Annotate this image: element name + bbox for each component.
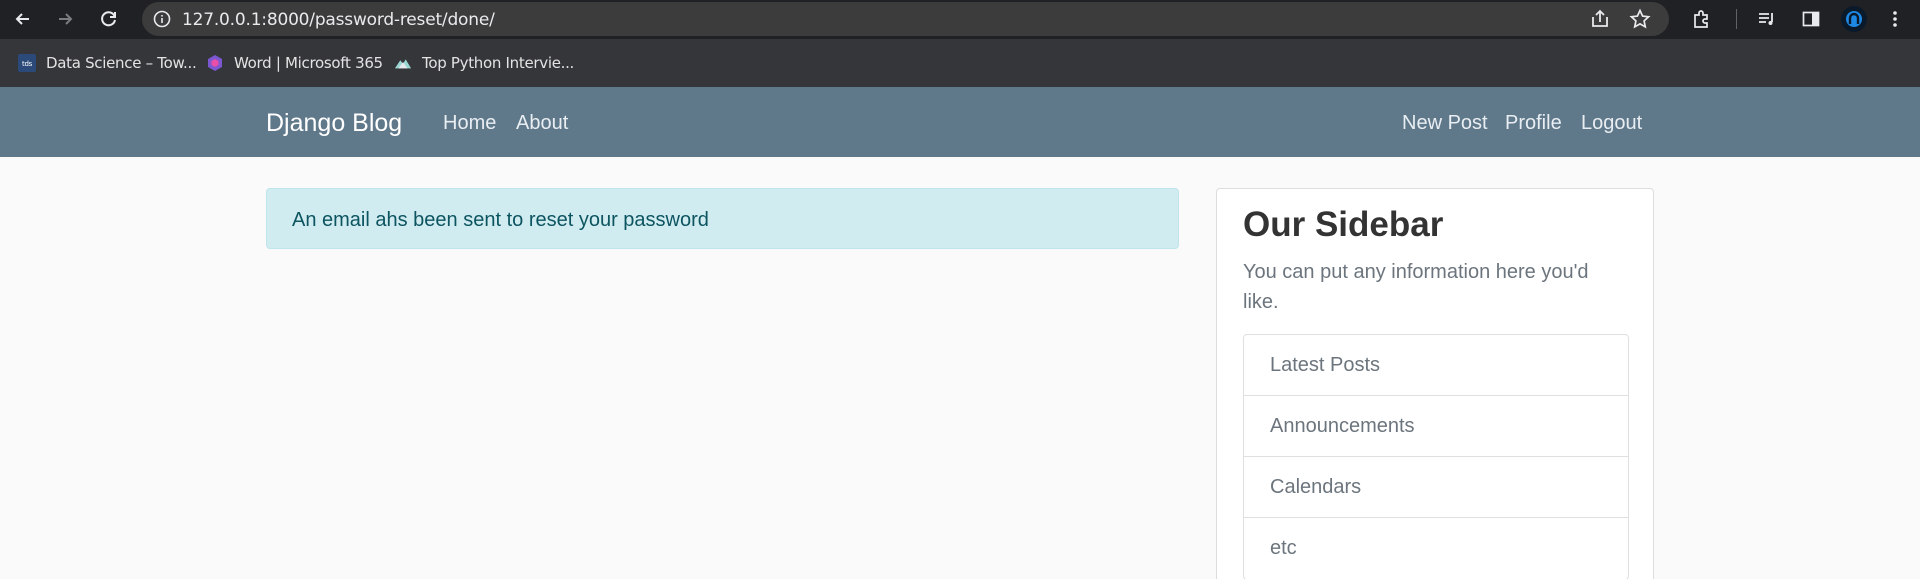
site-navbar: Django Blog Home About New Post Profile … (0, 87, 1920, 157)
side-panel-icon (1802, 11, 1820, 27)
sidebar-card: Our Sidebar You can put any information … (1216, 188, 1654, 579)
nav-logout-link[interactable]: Logout (1581, 112, 1642, 135)
microsoft365-icon (206, 54, 224, 72)
sidebar-item-latest-posts[interactable]: Latest Posts (1244, 335, 1628, 396)
nav-about-link[interactable]: About (516, 112, 568, 135)
profile-avatar[interactable] (1841, 6, 1867, 32)
sidebar-list: Latest Posts Announcements Calendars etc (1243, 334, 1629, 579)
side-panel-button[interactable] (1796, 4, 1826, 34)
reload-button[interactable] (94, 4, 124, 34)
sidebar-item-etc[interactable]: etc (1244, 518, 1628, 579)
arrow-right-icon (59, 13, 73, 25)
user-avatar-icon (1846, 11, 1862, 27)
share-icon[interactable] (1589, 8, 1611, 30)
brand-link[interactable]: Django Blog (266, 109, 402, 138)
url-text[interactable]: 127.0.0.1:8000/password-reset/done/ (182, 10, 495, 30)
media-button[interactable] (1752, 4, 1782, 34)
back-button[interactable] (8, 4, 38, 34)
playlist-icon (1759, 13, 1773, 25)
nav-profile-link[interactable]: Profile (1505, 112, 1562, 135)
nav-home-link[interactable]: Home (443, 112, 496, 135)
bookmark-label: Word | Microsoft 365 (234, 54, 383, 72)
alert-message: An email ahs been sent to reset your pas… (292, 209, 709, 231)
python-mountain-icon (394, 54, 412, 72)
toolbar-divider (1736, 9, 1737, 29)
forward-button[interactable] (50, 4, 80, 34)
bookmark-item[interactable]: Top Python Intervie... (394, 53, 574, 73)
bookmark-label: Data Science – Tow... (46, 54, 197, 72)
puzzle-icon (1694, 10, 1708, 28)
more-vert-icon (1893, 11, 1897, 27)
site-info-icon[interactable] (152, 9, 172, 29)
address-bar[interactable]: 127.0.0.1:8000/password-reset/done/ (142, 2, 1669, 36)
sidebar-item-announcements[interactable]: Announcements (1244, 396, 1628, 457)
browser-menu-button[interactable] (1880, 4, 1910, 34)
bookmarks-bar: tds Data Science – Tow... Word | Microso… (0, 39, 1920, 87)
reload-icon (101, 11, 116, 27)
browser-toolbar: 127.0.0.1:8000/password-reset/done/ (0, 0, 1920, 39)
extensions-button[interactable] (1687, 4, 1717, 34)
sidebar-text: You can put any information here you'd l… (1243, 261, 1589, 313)
bookmark-item[interactable]: tds Data Science – Tow... (18, 53, 197, 73)
nav-new-post-link[interactable]: New Post (1402, 112, 1488, 135)
bookmark-item[interactable]: Word | Microsoft 365 (206, 53, 383, 73)
svg-text:tds: tds (22, 60, 33, 68)
sidebar-title: Our Sidebar (1243, 205, 1444, 244)
sidebar-item-calendars[interactable]: Calendars (1244, 457, 1628, 518)
bookmark-label: Top Python Intervie... (422, 54, 575, 72)
star-icon[interactable] (1629, 8, 1651, 30)
tds-icon: tds (18, 54, 36, 72)
info-alert: An email ahs been sent to reset your pas… (266, 188, 1179, 249)
arrow-left-icon (15, 13, 29, 25)
